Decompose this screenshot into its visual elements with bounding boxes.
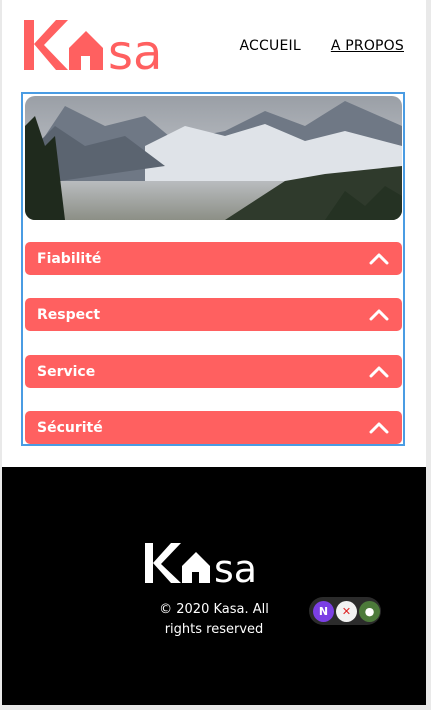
chevron-up-icon[interactable] — [368, 252, 390, 266]
copyright: © 2020 Kasa. All rights reserved — [114, 600, 314, 640]
browser-extension-widget[interactable]: N ✕ ● — [309, 597, 381, 625]
collapse-title: Sécurité — [37, 419, 103, 436]
collapse-respect[interactable]: Respect — [25, 298, 402, 331]
footer: sa © 2020 Kasa. All rights reserved N ✕ … — [2, 467, 426, 705]
banner-image — [25, 96, 402, 220]
nav-accueil[interactable]: ACCUEIL — [240, 38, 301, 54]
main-nav: ACCUEIL A PROPOS — [240, 38, 404, 54]
collapse-title: Service — [37, 363, 96, 380]
extension-n-icon[interactable]: N — [313, 600, 334, 622]
chevron-up-icon[interactable] — [368, 365, 390, 379]
collapse-title: Respect — [37, 306, 101, 323]
svg-text:sa: sa — [108, 25, 162, 76]
footer-kasa-logo: sa — [145, 543, 257, 587]
collapse-securite[interactable]: Sécurité — [25, 411, 402, 444]
copyright-line-1: © 2020 Kasa. All — [159, 602, 269, 617]
chevron-up-icon[interactable] — [368, 421, 390, 435]
extension-blocked-icon[interactable]: ✕ — [336, 600, 357, 622]
extension-avatar-icon[interactable]: ● — [359, 600, 380, 622]
svg-text:sa: sa — [214, 547, 257, 587]
chevron-up-icon[interactable] — [368, 308, 390, 322]
page: sa ACCUEIL A PROPOS Fiabilité Respect Se… — [2, 0, 426, 705]
about-content: Fiabilité Respect Service Sécurité — [21, 92, 405, 446]
collapse-service[interactable]: Service — [25, 355, 402, 388]
collapse-title: Fiabilité — [37, 250, 102, 267]
collapse-fiabilite[interactable]: Fiabilité — [25, 242, 402, 275]
nav-a-propos[interactable]: A PROPOS — [331, 38, 404, 54]
header: sa ACCUEIL A PROPOS — [2, 0, 426, 92]
copyright-line-2: rights reserved — [164, 622, 264, 637]
kasa-logo[interactable]: sa — [22, 14, 192, 76]
